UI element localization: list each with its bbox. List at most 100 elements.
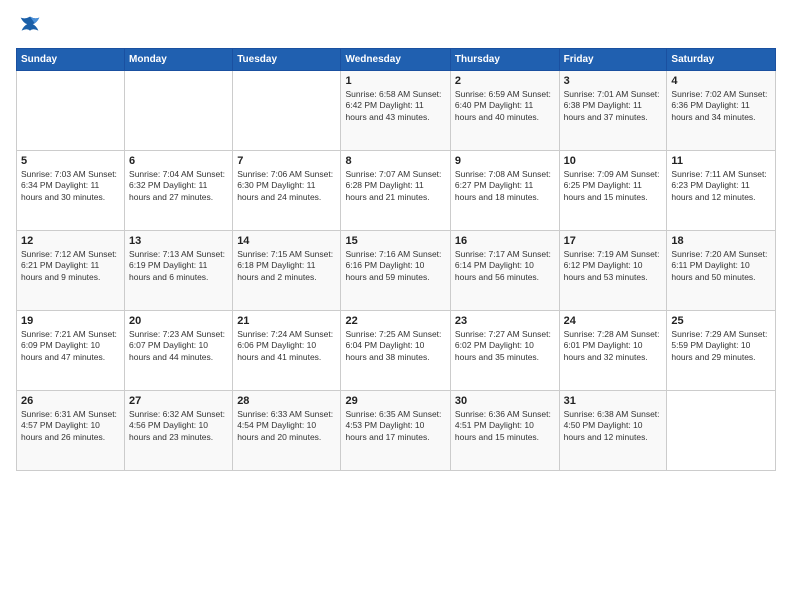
cell-content: Sunrise: 7:04 AM Sunset: 6:32 PM Dayligh…: [129, 169, 228, 203]
day-number: 29: [345, 395, 445, 407]
calendar-cell: 19 Sunrise: 7:21 AM Sunset: 6:09 PM Dayli…: [17, 311, 125, 391]
cell-content: Sunrise: 7:20 AM Sunset: 6:11 PM Dayligh…: [671, 249, 771, 283]
calendar-cell: 1 Sunrise: 6:58 AM Sunset: 6:42 PM Daylig…: [341, 71, 450, 151]
cell-content: Sunrise: 7:06 AM Sunset: 6:30 PM Dayligh…: [237, 169, 336, 203]
day-number: 14: [237, 235, 336, 247]
calendar-cell: 5 Sunrise: 7:03 AM Sunset: 6:34 PM Daylig…: [17, 151, 125, 231]
cell-content: Sunrise: 7:02 AM Sunset: 6:36 PM Dayligh…: [671, 89, 771, 123]
cell-content: Sunrise: 7:01 AM Sunset: 6:38 PM Dayligh…: [564, 89, 663, 123]
calendar-body: 1 Sunrise: 6:58 AM Sunset: 6:42 PM Daylig…: [17, 71, 776, 471]
day-number: 17: [564, 235, 663, 247]
day-number: 25: [671, 315, 771, 327]
cell-content: Sunrise: 7:12 AM Sunset: 6:21 PM Dayligh…: [21, 249, 120, 283]
logo-icon: [16, 12, 44, 40]
calendar-cell: 24Sunrise: 7:28 AM Sunset: 6:01 PM Dayli…: [559, 311, 667, 391]
cell-content: Sunrise: 6:32 AM Sunset: 4:56 PM Dayligh…: [129, 409, 228, 443]
cell-content: Sunrise: 7:19 AM Sunset: 6:12 PM Dayligh…: [564, 249, 663, 283]
calendar-cell: 27Sunrise: 6:32 AM Sunset: 4:56 PM Dayli…: [125, 391, 233, 471]
day-number: 11: [671, 155, 771, 167]
calendar-cell: 23 Sunrise: 7:27 AM Sunset: 6:02 PM Dayli…: [450, 311, 559, 391]
day-number: 7: [237, 155, 336, 167]
calendar-cell: [667, 391, 776, 471]
cell-content: Sunrise: 6:59 AM Sunset: 6:40 PM Dayligh…: [455, 89, 555, 123]
cell-content: Sunrise: 6:35 AM Sunset: 4:53 PM Dayligh…: [345, 409, 445, 443]
logo: [16, 12, 48, 40]
day-number: 19: [21, 315, 120, 327]
calendar-cell: 30Sunrise: 6:36 AM Sunset: 4:51 PM Dayli…: [450, 391, 559, 471]
weekday-header: Sunday: [17, 49, 125, 71]
cell-content: Sunrise: 7:03 AM Sunset: 6:34 PM Dayligh…: [21, 169, 120, 203]
day-number: 5: [21, 155, 120, 167]
calendar-cell: 14 Sunrise: 7:15 AM Sunset: 6:18 PM Dayli…: [233, 231, 341, 311]
calendar-cell: 18 Sunrise: 7:20 AM Sunset: 6:11 PM Dayli…: [667, 231, 776, 311]
calendar-cell: 31Sunrise: 6:38 AM Sunset: 4:50 PM Dayli…: [559, 391, 667, 471]
cell-content: Sunrise: 7:28 AM Sunset: 6:01 PM Dayligh…: [564, 329, 663, 363]
calendar-cell: 6 Sunrise: 7:04 AM Sunset: 6:32 PM Daylig…: [125, 151, 233, 231]
day-number: 3: [564, 75, 663, 87]
day-number: 21: [237, 315, 336, 327]
calendar-cell: 13Sunrise: 7:13 AM Sunset: 6:19 PM Dayli…: [125, 231, 233, 311]
cell-content: Sunrise: 7:13 AM Sunset: 6:19 PM Dayligh…: [129, 249, 228, 283]
calendar-cell: 26 Sunrise: 6:31 AM Sunset: 4:57 PM Dayli…: [17, 391, 125, 471]
calendar-cell: 3 Sunrise: 7:01 AM Sunset: 6:38 PM Daylig…: [559, 71, 667, 151]
weekday-header: Tuesday: [233, 49, 341, 71]
calendar-week-row: 19 Sunrise: 7:21 AM Sunset: 6:09 PM Dayli…: [17, 311, 776, 391]
day-number: 6: [129, 155, 228, 167]
calendar-header: SundayMondayTuesdayWednesdayThursdayFrid…: [17, 49, 776, 71]
calendar-cell: 9Sunrise: 7:08 AM Sunset: 6:27 PM Daylig…: [450, 151, 559, 231]
cell-content: Sunrise: 7:11 AM Sunset: 6:23 PM Dayligh…: [671, 169, 771, 203]
cell-content: Sunrise: 7:24 AM Sunset: 6:06 PM Dayligh…: [237, 329, 336, 363]
cell-content: Sunrise: 6:31 AM Sunset: 4:57 PM Dayligh…: [21, 409, 120, 443]
calendar-cell: 22 Sunrise: 7:25 AM Sunset: 6:04 PM Dayli…: [341, 311, 450, 391]
cell-content: Sunrise: 7:15 AM Sunset: 6:18 PM Dayligh…: [237, 249, 336, 283]
calendar-week-row: 12 Sunrise: 7:12 AM Sunset: 6:21 PM Dayli…: [17, 231, 776, 311]
calendar-cell: 11 Sunrise: 7:11 AM Sunset: 6:23 PM Dayli…: [667, 151, 776, 231]
calendar-cell: 17 Sunrise: 7:19 AM Sunset: 6:12 PM Dayli…: [559, 231, 667, 311]
day-number: 4: [671, 75, 771, 87]
cell-content: Sunrise: 7:29 AM Sunset: 5:59 PM Dayligh…: [671, 329, 771, 363]
day-number: 26: [21, 395, 120, 407]
cell-content: Sunrise: 7:27 AM Sunset: 6:02 PM Dayligh…: [455, 329, 555, 363]
calendar-cell: 10Sunrise: 7:09 AM Sunset: 6:25 PM Dayli…: [559, 151, 667, 231]
calendar-cell: 25 Sunrise: 7:29 AM Sunset: 5:59 PM Dayli…: [667, 311, 776, 391]
weekday-header: Saturday: [667, 49, 776, 71]
calendar-cell: 2 Sunrise: 6:59 AM Sunset: 6:40 PM Daylig…: [450, 71, 559, 151]
cell-content: Sunrise: 6:58 AM Sunset: 6:42 PM Dayligh…: [345, 89, 445, 123]
weekday-header: Friday: [559, 49, 667, 71]
calendar-cell: 4 Sunrise: 7:02 AM Sunset: 6:36 PM Daylig…: [667, 71, 776, 151]
calendar-cell: 28 Sunrise: 6:33 AM Sunset: 4:54 PM Dayli…: [233, 391, 341, 471]
day-number: 20: [129, 315, 228, 327]
cell-content: Sunrise: 6:36 AM Sunset: 4:51 PM Dayligh…: [455, 409, 555, 443]
cell-content: Sunrise: 6:38 AM Sunset: 4:50 PM Dayligh…: [564, 409, 663, 443]
weekday-header: Thursday: [450, 49, 559, 71]
calendar-cell: [233, 71, 341, 151]
cell-content: Sunrise: 7:16 AM Sunset: 6:16 PM Dayligh…: [345, 249, 445, 283]
day-number: 1: [345, 75, 445, 87]
cell-content: Sunrise: 7:21 AM Sunset: 6:09 PM Dayligh…: [21, 329, 120, 363]
calendar-week-row: 26 Sunrise: 6:31 AM Sunset: 4:57 PM Dayli…: [17, 391, 776, 471]
weekday-row: SundayMondayTuesdayWednesdayThursdayFrid…: [17, 49, 776, 71]
day-number: 2: [455, 75, 555, 87]
day-number: 28: [237, 395, 336, 407]
calendar-week-row: 5 Sunrise: 7:03 AM Sunset: 6:34 PM Daylig…: [17, 151, 776, 231]
calendar-table: SundayMondayTuesdayWednesdayThursdayFrid…: [16, 48, 776, 471]
day-number: 18: [671, 235, 771, 247]
day-number: 10: [564, 155, 663, 167]
calendar-week-row: 1 Sunrise: 6:58 AM Sunset: 6:42 PM Daylig…: [17, 71, 776, 151]
calendar-cell: 29 Sunrise: 6:35 AM Sunset: 4:53 PM Dayli…: [341, 391, 450, 471]
calendar-cell: 20Sunrise: 7:23 AM Sunset: 6:07 PM Dayli…: [125, 311, 233, 391]
calendar-cell: 21 Sunrise: 7:24 AM Sunset: 6:06 PM Dayli…: [233, 311, 341, 391]
calendar-cell: 8 Sunrise: 7:07 AM Sunset: 6:28 PM Daylig…: [341, 151, 450, 231]
day-number: 12: [21, 235, 120, 247]
weekday-header: Wednesday: [341, 49, 450, 71]
cell-content: Sunrise: 7:08 AM Sunset: 6:27 PM Dayligh…: [455, 169, 555, 203]
day-number: 23: [455, 315, 555, 327]
cell-content: Sunrise: 6:33 AM Sunset: 4:54 PM Dayligh…: [237, 409, 336, 443]
day-number: 22: [345, 315, 445, 327]
calendar-cell: 15 Sunrise: 7:16 AM Sunset: 6:16 PM Dayli…: [341, 231, 450, 311]
cell-content: Sunrise: 7:25 AM Sunset: 6:04 PM Dayligh…: [345, 329, 445, 363]
cell-content: Sunrise: 7:17 AM Sunset: 6:14 PM Dayligh…: [455, 249, 555, 283]
day-number: 8: [345, 155, 445, 167]
day-number: 15: [345, 235, 445, 247]
cell-content: Sunrise: 7:07 AM Sunset: 6:28 PM Dayligh…: [345, 169, 445, 203]
